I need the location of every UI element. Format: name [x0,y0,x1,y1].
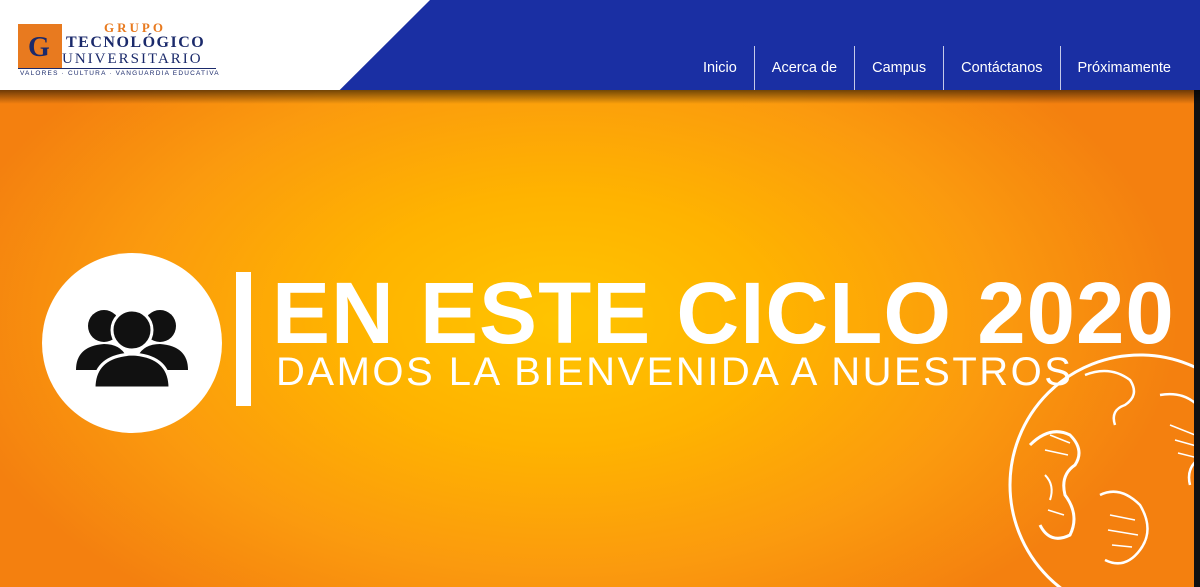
site-header: G GRUPO TECNOLÓGICO UNIVERSITARIO VALORE… [0,0,1200,90]
hero-subtitle: DAMOS LA BIENVENIDA A NUESTROS [276,350,1074,394]
page: G GRUPO TECNOLÓGICO UNIVERSITARIO VALORE… [0,0,1200,587]
nav-item-campus[interactable]: Campus [854,46,943,90]
main-nav: Inicio Acerca de Campus Contáctanos Próx… [686,46,1188,90]
globe-icon [1008,353,1194,587]
logo-line-universitario: UNIVERSITARIO [62,51,203,67]
nav-item-proximamente[interactable]: Próximamente [1059,46,1188,90]
nav-item-contactanos[interactable]: Contáctanos [943,46,1059,90]
logo-divider [18,68,216,69]
page-edge [1194,90,1200,587]
logo-mark: G [28,32,50,63]
logo-mark-box: G [18,24,62,68]
site-logo[interactable]: G GRUPO TECNOLÓGICO UNIVERSITARIO VALORE… [18,20,220,80]
logo-tagline: VALORES · CULTURA · VANGUARDIA EDUCATIVA [20,70,220,77]
nav-item-inicio[interactable]: Inicio [686,46,754,90]
hero-banner: EN ESTE CICLO 2020 DAMOS LA BIENVENIDA A… [0,90,1194,587]
nav-item-acerca-de[interactable]: Acerca de [753,46,854,90]
title-accent-bar [236,272,251,406]
users-icon [76,308,188,390]
logo-line-tecnologico: TECNOLÓGICO [66,34,206,51]
header-shadow [0,90,1200,104]
